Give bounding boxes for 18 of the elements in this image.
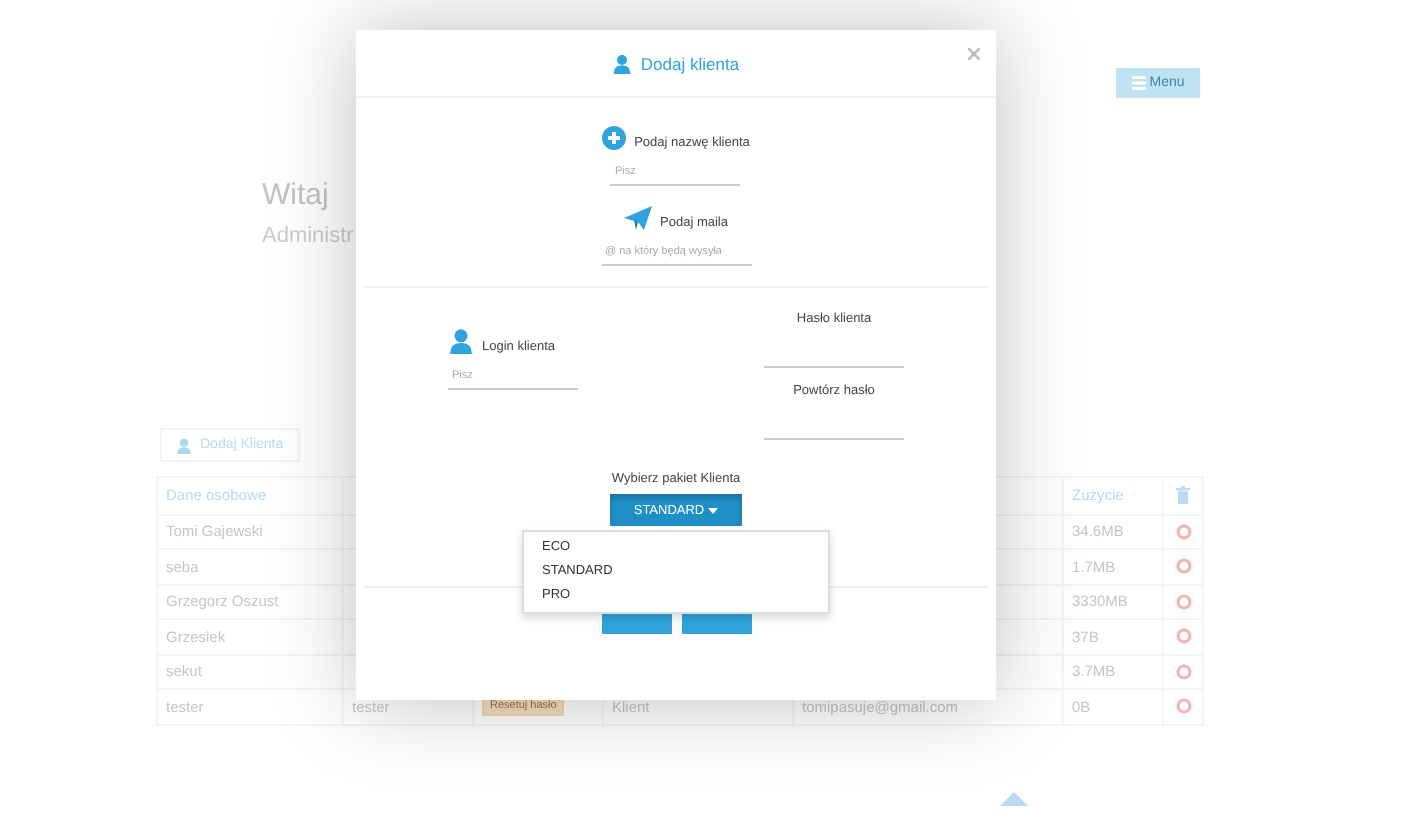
caret-icon [708, 507, 719, 513]
plus-circle-icon [602, 126, 627, 150]
circle-icon [1175, 698, 1191, 715]
user-icon [448, 328, 474, 354]
circle-icon [1175, 558, 1191, 575]
close-icon [968, 48, 980, 60]
greeting-heading: Witaj [262, 178, 331, 212]
circle-icon [1175, 663, 1191, 680]
scroll-up-icon [1000, 792, 1028, 806]
trash-icon [1176, 486, 1190, 505]
dialog-title: Dodaj klienta [640, 53, 740, 73]
circle-icon [1175, 593, 1191, 610]
circle-icon [1175, 628, 1191, 645]
paper-plane-icon [624, 206, 653, 230]
circle-icon [1175, 523, 1191, 540]
user-icon [612, 53, 633, 73]
menu-icon [1131, 76, 1146, 90]
user-icon [176, 437, 192, 453]
